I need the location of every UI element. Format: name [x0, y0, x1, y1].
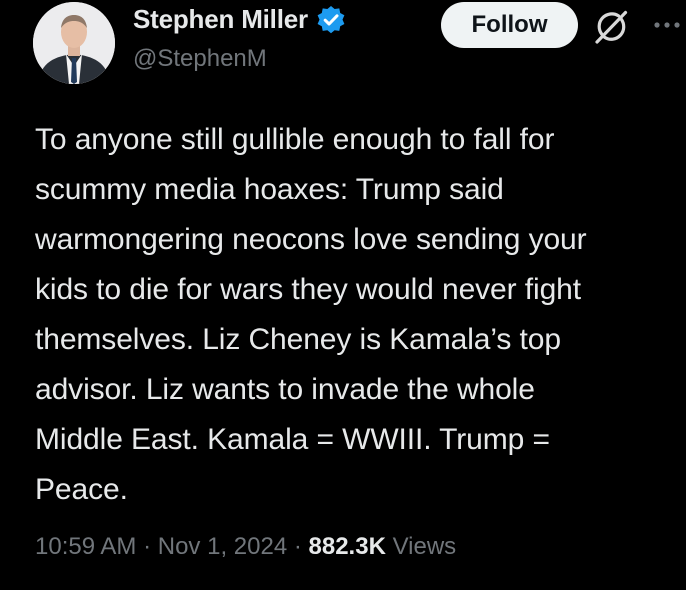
author-name-row: Stephen Miller — [133, 4, 346, 35]
tweet-text-line: Middle East. Kamala = WWIII. Trump = — [35, 423, 550, 456]
author-handle[interactable]: @StephenM — [133, 45, 267, 73]
grok-icon[interactable] — [592, 8, 630, 46]
tweet-text-line: advisor. Liz wants to invade the whole — [35, 373, 535, 406]
tweet-text-line: To anyone still gullible enough to fall … — [35, 123, 555, 156]
tweet-text: To anyone still gullible enough to fall … — [35, 115, 683, 515]
tweet-text-line: scummy media hoaxes: Trump said — [35, 173, 504, 206]
views-count[interactable]: 882.3K — [309, 533, 386, 560]
tweet-text-line: warmongering neocons love sending your — [35, 223, 587, 256]
tweet-metadata: 10:59 AM · Nov 1, 2024 · 882.3K Views — [35, 533, 456, 561]
meta-separator: · — [143, 533, 152, 560]
verified-badge-icon[interactable] — [316, 5, 346, 35]
more-options-icon[interactable] — [647, 8, 686, 40]
tweet-date[interactable]: Nov 1, 2024 — [158, 533, 287, 560]
follow-button[interactable]: Follow — [441, 2, 578, 48]
tweet-text-line: themselves. Liz Cheney is Kamala’s top — [35, 323, 561, 356]
author-display-name[interactable]: Stephen Miller — [133, 4, 308, 35]
tweet-text-line: kids to die for wars they would never fi… — [35, 273, 581, 306]
avatar[interactable] — [33, 2, 115, 84]
views-label: Views — [392, 533, 457, 560]
tweet-time[interactable]: 10:59 AM — [35, 533, 136, 560]
tweet-text-line: Peace. — [35, 473, 128, 506]
meta-separator: · — [293, 533, 302, 560]
